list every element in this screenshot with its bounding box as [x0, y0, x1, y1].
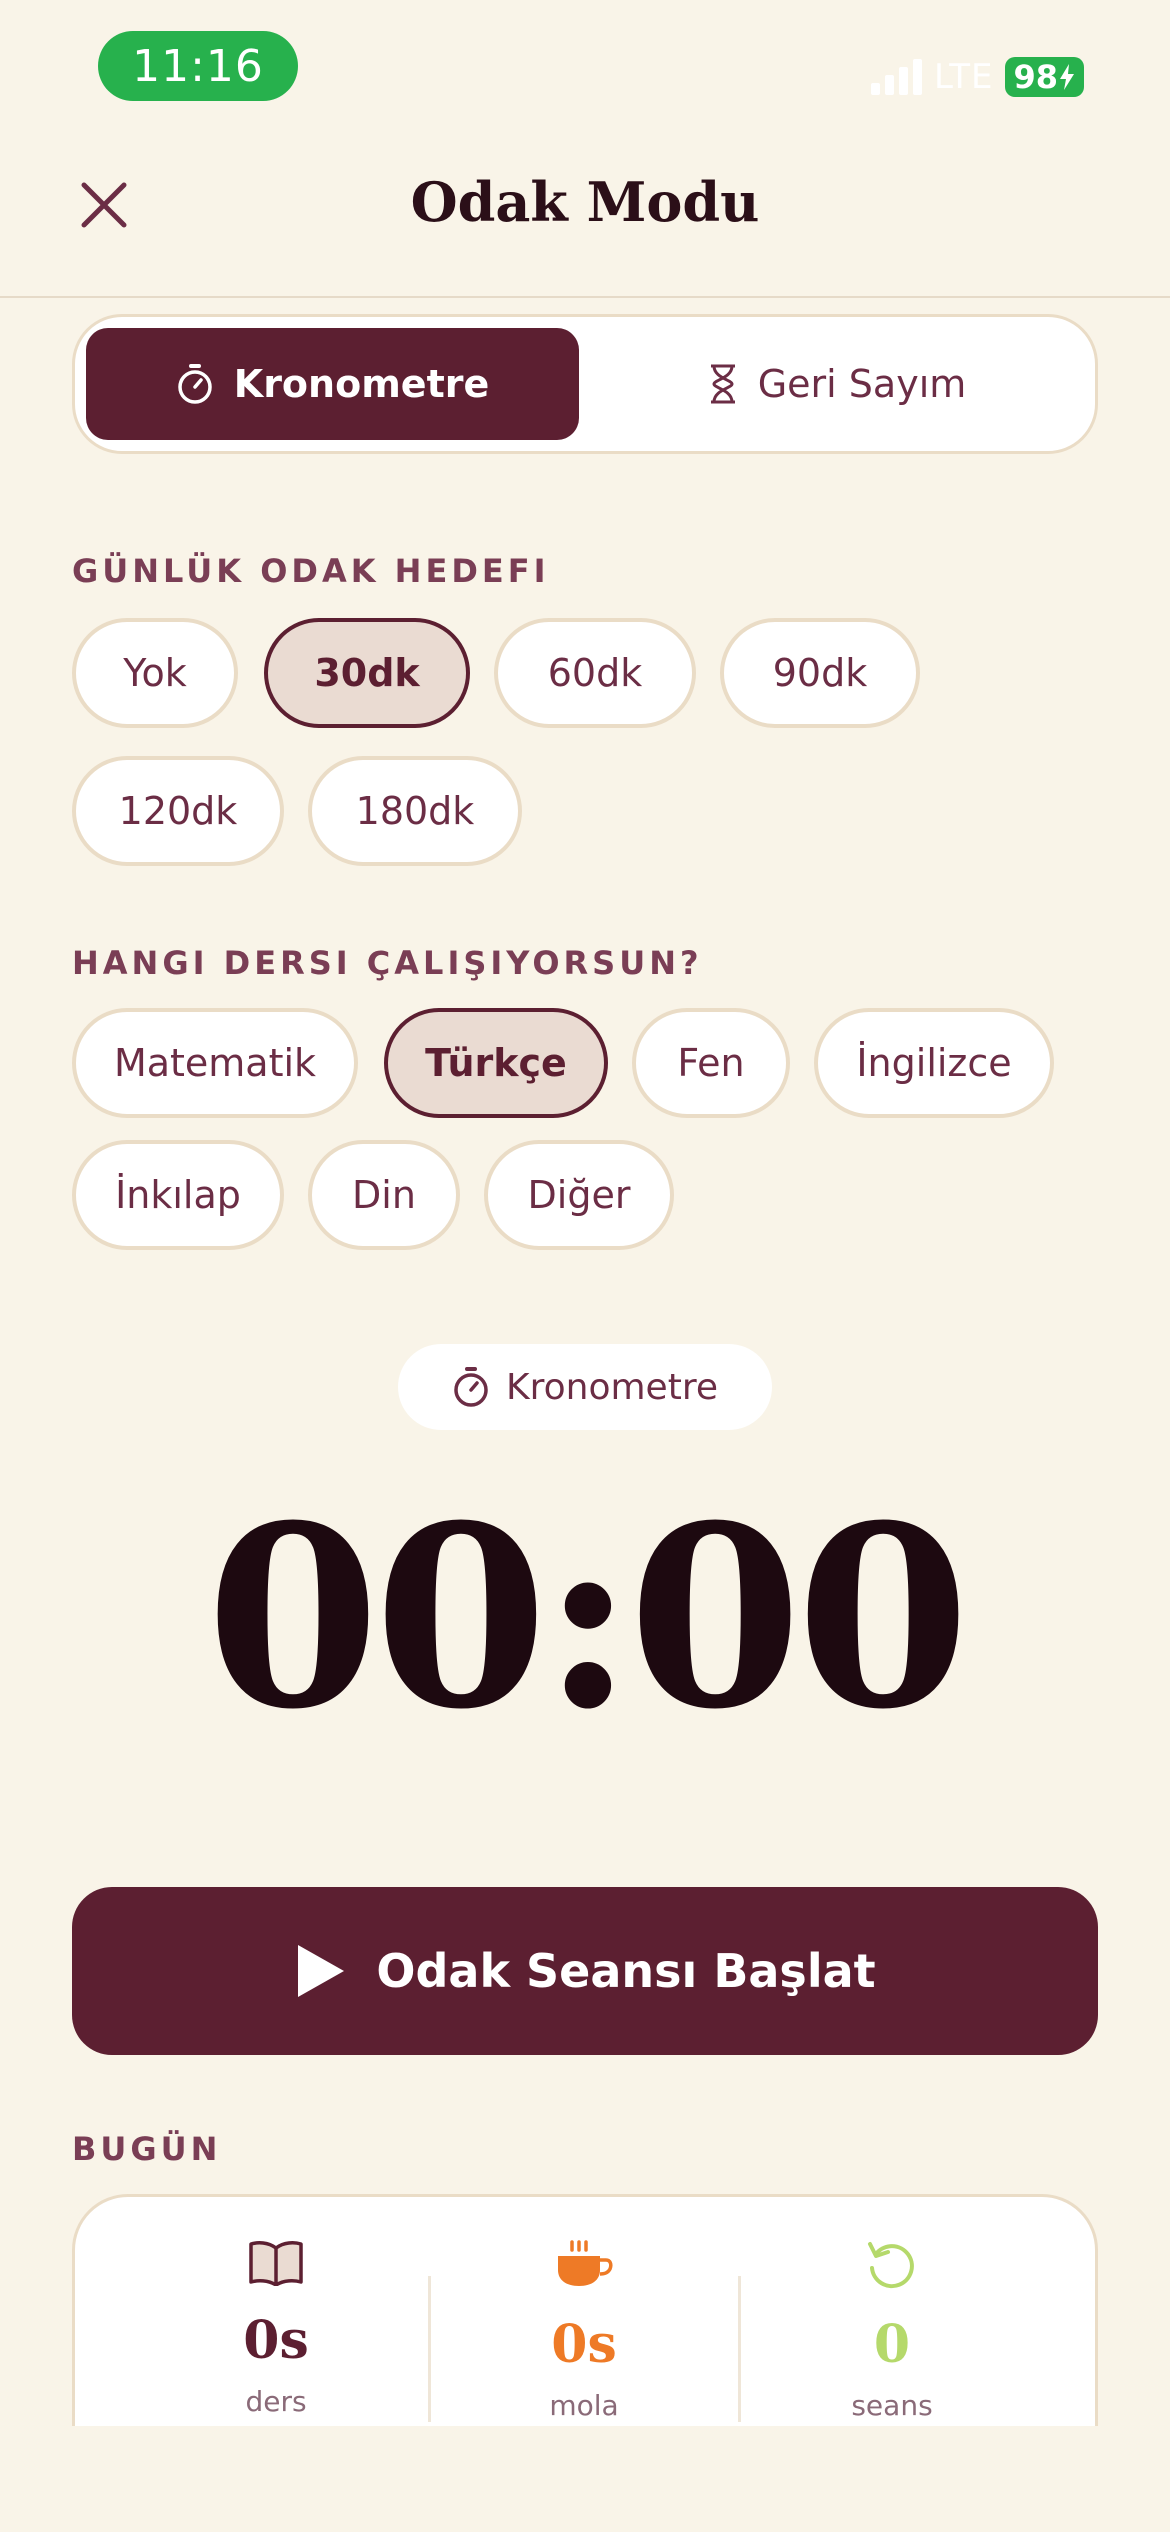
tab-geri-sayim-label: Geri Sayım [757, 362, 967, 406]
header-divider [0, 296, 1170, 298]
goal-section-label: GÜNLÜK ODAK HEDEFI [72, 552, 550, 590]
goal-chip-yok[interactable]: Yok [72, 618, 238, 728]
tab-geri-sayim[interactable]: Geri Sayım [590, 328, 1084, 440]
subject-chip-matematik[interactable]: Matematik [72, 1008, 358, 1118]
timer-mode-badge: Kronometre [398, 1344, 772, 1430]
network-label: LTE [933, 57, 994, 97]
signal-icon [870, 59, 922, 95]
page-title: Odak Modu [410, 170, 760, 234]
stat-study-label: ders [245, 2385, 307, 2418]
stat-sessions-label: seans [851, 2389, 933, 2422]
stat-study: 0s ders [126, 2240, 426, 2418]
subject-chip-fen[interactable]: Fen [632, 1008, 790, 1118]
stopwatch-icon [454, 1367, 488, 1407]
timer-mode-label: Kronometre [506, 1366, 718, 1408]
subject-chip-ingilizce[interactable]: İngilizce [814, 1008, 1054, 1118]
stat-study-value: 0s [243, 2310, 309, 2371]
subject-chip-diger[interactable]: Diğer [484, 1140, 674, 1250]
status-indicators: LTE 98 [870, 54, 1084, 100]
bottom-safe-area [0, 2426, 1170, 2532]
refresh-icon [868, 2242, 914, 2289]
coffee-icon [558, 2240, 613, 2286]
goal-chip-120dk[interactable]: 120dk [72, 756, 284, 866]
stat-sessions: 0 seans [742, 2240, 1042, 2422]
start-session-button[interactable]: Odak Seansı Başlat [72, 1887, 1098, 2055]
stat-break-label: mola [549, 2389, 619, 2422]
hourglass-icon [710, 364, 735, 404]
goal-chip-30dk[interactable]: 30dk [264, 618, 470, 728]
goal-chip-60dk[interactable]: 60dk [494, 618, 696, 728]
battery-level: 98 [1013, 58, 1058, 96]
stat-break-value: 0s [551, 2314, 617, 2375]
play-icon [298, 1945, 345, 1997]
tab-kronometre[interactable]: Kronometre [86, 328, 579, 440]
charging-icon [1060, 64, 1074, 90]
goal-chip-90dk[interactable]: 90dk [720, 618, 920, 728]
stopwatch-icon [178, 364, 212, 404]
goal-chip-180dk[interactable]: 180dk [308, 756, 522, 866]
book-icon [249, 2241, 303, 2287]
tab-kronometre-label: Kronometre [233, 362, 490, 406]
stat-sessions-value: 0 [873, 2314, 911, 2375]
stat-break: 0s mola [434, 2240, 734, 2422]
stat-divider [738, 2276, 741, 2422]
subject-chip-inkilap[interactable]: İnkılap [72, 1140, 284, 1250]
start-session-label: Odak Seansı Başlat [376, 1944, 876, 1998]
subject-chip-din[interactable]: Din [308, 1140, 460, 1250]
subject-chip-turkce[interactable]: Türkçe [384, 1008, 608, 1118]
today-section-label: BUGÜN [72, 2130, 222, 2168]
timer-display: 00:00 [205, 1470, 970, 1764]
stat-divider [428, 2276, 431, 2422]
battery-indicator: 98 [1005, 57, 1084, 97]
subject-section-label: HANGI DERSI ÇALIŞIYORSUN? [72, 944, 703, 982]
status-time: 11:16 [98, 31, 298, 101]
